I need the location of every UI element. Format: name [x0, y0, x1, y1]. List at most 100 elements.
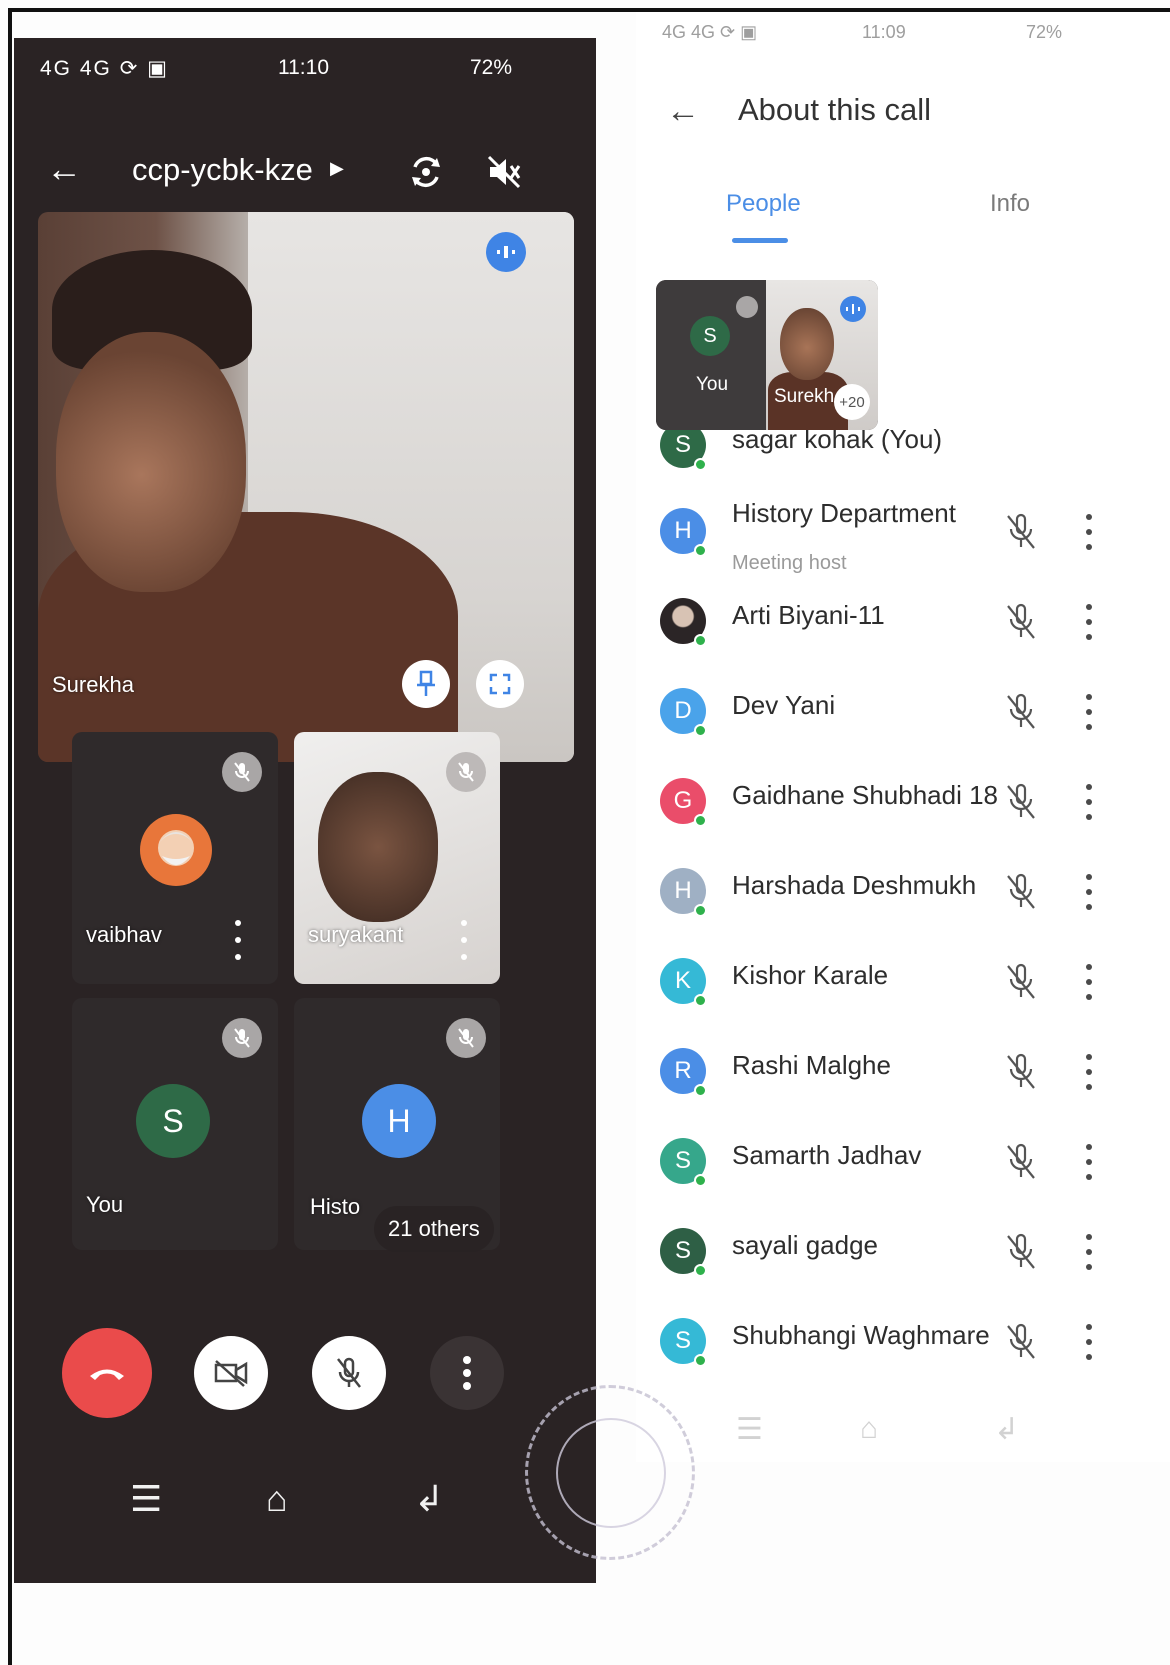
mic-off-icon: [446, 752, 486, 792]
back-arrow-icon[interactable]: ←: [666, 92, 700, 131]
participant-row[interactable]: R Rashi Malghe: [636, 1030, 1170, 1120]
participant-row[interactable]: Ssayali gadge: [636, 1210, 1170, 1300]
speaker-muted-icon[interactable]: [482, 150, 526, 194]
mic-off-icon: [1004, 1322, 1038, 1362]
others-count-badge[interactable]: 21 others: [374, 1206, 494, 1252]
status-bar: 4G 4G ⟳ ▣ 11:10 72%: [14, 38, 596, 98]
screenshot-sheet: 4G 4G ⟳ ▣ 11:10 72% ← ccp-ycbk-kze ▶ Sur…: [0, 0, 1170, 1665]
menu-icon[interactable]: ☰: [130, 1478, 162, 1520]
call-controls: [14, 1328, 596, 1438]
meeting-code[interactable]: ccp-ycbk-kze: [132, 152, 313, 188]
back-icon[interactable]: ↲: [994, 1412, 1019, 1447]
more-options-icon: [463, 1356, 471, 1390]
online-status-dot: [694, 1084, 707, 1097]
more-options-icon[interactable]: [1084, 1054, 1094, 1090]
participant-row[interactable]: G Gaidhane Shubhadi 18: [636, 760, 1170, 850]
participant-row[interactable]: H History Department Meeting host: [636, 490, 1170, 580]
participant-row[interactable]: H Harshada Deshmukh: [636, 850, 1170, 940]
online-status-dot: [694, 814, 707, 827]
more-options-icon[interactable]: [1084, 784, 1094, 820]
mic-off-icon: [1004, 782, 1038, 822]
more-options-icon[interactable]: [1084, 1324, 1094, 1360]
menu-icon[interactable]: ☰: [736, 1412, 763, 1447]
status-time: 11:10: [278, 56, 329, 79]
more-options-icon[interactable]: [1084, 874, 1094, 910]
tab-people[interactable]: People: [726, 190, 801, 218]
more-options-icon[interactable]: [1084, 694, 1094, 730]
participant-name: vaibhav: [86, 922, 162, 947]
more-options-icon[interactable]: [1084, 964, 1094, 1000]
participant-tile[interactable]: vaibhav: [72, 732, 278, 984]
signal-icon: 4G 4G ⟳ ▣: [662, 22, 758, 42]
more-options-icon[interactable]: [1084, 1234, 1094, 1270]
participant-row[interactable]: D Dev Yani: [636, 670, 1170, 760]
avatar: S: [136, 1084, 210, 1158]
call-top-bar: ← ccp-ycbk-kze ▶: [14, 148, 596, 208]
signal-icon: 4G 4G ⟳ ▣: [40, 57, 169, 80]
fullscreen-icon[interactable]: [476, 660, 524, 708]
participant-name: Gaidhane Shubhadi 18: [732, 780, 999, 810]
participant-name: You: [86, 1192, 124, 1217]
online-status-dot: [694, 1264, 707, 1277]
participant-name: Arti Biyani-11: [732, 600, 885, 630]
about-this-call-screen: 4G 4G ⟳ ▣ 11:09 72% ← About this call Pe…: [636, 12, 1170, 1462]
pip-speaker-label: Surekh: [774, 386, 835, 407]
mic-off-icon: [1004, 962, 1038, 1002]
back-arrow-icon[interactable]: ←: [46, 148, 82, 190]
office-stamp: [525, 1385, 695, 1560]
online-status-dot: [694, 634, 707, 647]
participant-tile[interactable]: S You: [72, 998, 278, 1250]
more-options-icon[interactable]: [1084, 514, 1094, 550]
speaker-name: Surekha: [52, 672, 134, 697]
participant-row[interactable]: Arti Biyani-11: [636, 580, 1170, 670]
caret-right-icon[interactable]: ▶: [330, 158, 344, 179]
mic-off-icon: [1004, 692, 1038, 732]
battery-level: 72%: [1026, 22, 1063, 42]
online-status-dot: [694, 1174, 707, 1187]
participant-name: suryakant: [308, 922, 404, 947]
mic-off-icon: [222, 1018, 262, 1058]
online-status-dot: [694, 724, 707, 737]
tab-info[interactable]: Info: [990, 190, 1030, 218]
participant-name: Histo: [310, 1194, 361, 1219]
participant-row[interactable]: K Kishor Karale: [636, 940, 1170, 1030]
mic-off-icon: [1004, 1232, 1038, 1272]
mic-off-icon: [446, 1018, 486, 1058]
online-status-dot: [694, 1354, 707, 1367]
more-options-icon[interactable]: [1084, 1144, 1094, 1180]
participant-name: Shubhangi Waghmare: [732, 1320, 990, 1350]
participant-name: Kishor Karale: [732, 960, 889, 990]
online-status-dot: [694, 458, 707, 471]
participant-row[interactable]: S Samarth Jadhav: [636, 1120, 1170, 1210]
end-call-button[interactable]: [62, 1328, 152, 1418]
picture-in-picture-window[interactable]: S You Surekh +20: [656, 280, 878, 430]
more-options-icon[interactable]: [232, 920, 244, 960]
participant-row[interactable]: S Shubhangi Waghmare: [636, 1300, 1170, 1390]
back-icon[interactable]: ↲: [414, 1478, 444, 1520]
battery-level: 72%: [470, 56, 513, 79]
extra-participants-badge: +20: [834, 384, 870, 420]
participant-role: Meeting host: [732, 552, 847, 574]
home-icon[interactable]: ⌂: [266, 1478, 288, 1520]
mic-off-icon: [1004, 512, 1038, 552]
speaking-indicator-icon: [840, 296, 866, 322]
camera-off-button[interactable]: [194, 1336, 268, 1410]
more-options-icon[interactable]: [458, 920, 470, 960]
avatar: H: [362, 1084, 436, 1158]
online-status-dot: [694, 994, 707, 1007]
pin-icon[interactable]: [402, 660, 450, 708]
speaker-face: [780, 308, 834, 380]
more-options-icon[interactable]: [1084, 604, 1094, 640]
online-status-dot: [694, 544, 707, 557]
switch-camera-icon[interactable]: [404, 150, 448, 194]
participant-tile[interactable]: suryakant: [294, 732, 500, 984]
participant-name: Harshada Deshmukh: [732, 870, 977, 900]
home-icon[interactable]: ⌂: [860, 1412, 878, 1446]
participant-name: Dev Yani: [732, 690, 836, 720]
more-options-button[interactable]: [430, 1336, 504, 1410]
participant-name: History Department: [732, 498, 956, 528]
system-nav-bar: ☰ ⌂ ↲: [736, 1412, 1036, 1452]
main-speaker-video[interactable]: Surekha: [38, 212, 574, 762]
participant-name: sayali gadge: [732, 1230, 878, 1260]
mic-off-button[interactable]: [312, 1336, 386, 1410]
